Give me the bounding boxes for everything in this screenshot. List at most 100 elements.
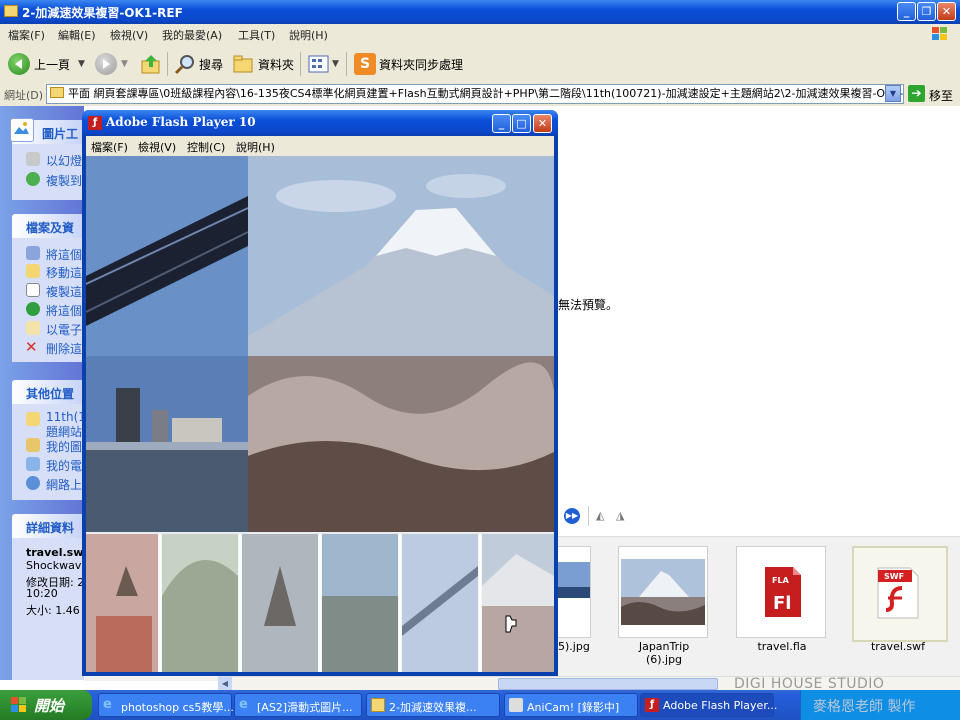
- address-input[interactable]: 平面 網頁套課專區\0班級課程內容\16-135夜CS4標準化網頁建置+Flas…: [46, 84, 904, 104]
- go-arrow-icon[interactable]: ➔: [908, 85, 925, 102]
- folder-icon: [4, 5, 18, 17]
- flash-menu-view[interactable]: 檢視(V): [138, 139, 176, 155]
- flash-title-bar[interactable]: ƒ Adobe Flash Player 10 _ □ ✕: [82, 110, 558, 136]
- scroll-thumb[interactable]: [498, 678, 718, 690]
- divider: [588, 506, 589, 526]
- picture-tasks-icon: [10, 118, 34, 142]
- file-tasks-header[interactable]: 檔案及資料夾: [12, 214, 84, 252]
- file-caption[interactable]: JapanTrip (6).jpg: [622, 640, 706, 666]
- network-icon: [26, 476, 40, 490]
- forward-arrow-icon[interactable]: [95, 53, 117, 75]
- my-computer-icon: [26, 457, 40, 471]
- rotate-ccw-icon[interactable]: ◮: [616, 509, 624, 522]
- menu-tools[interactable]: 工具(T): [238, 27, 275, 43]
- go-button-label[interactable]: 移至: [929, 87, 953, 104]
- up-folder-icon[interactable]: [140, 53, 162, 75]
- file-caption[interactable]: travel.swf: [856, 640, 940, 653]
- move-icon: [26, 264, 40, 278]
- address-bar: 網址(D) 平面 網頁套課專區\0班級課程內容\16-135夜CS4標準化網頁建…: [0, 82, 960, 107]
- address-dropdown-button[interactable]: ▼: [885, 85, 901, 102]
- taskbar-item[interactable]: 2-加減速效果複...: [366, 693, 500, 717]
- maximize-button[interactable]: ❐: [917, 2, 936, 21]
- flash-menu-help[interactable]: 說明(H): [236, 139, 275, 155]
- start-button[interactable]: 開始: [0, 690, 92, 720]
- rotate-cw-icon[interactable]: ◭: [596, 509, 604, 522]
- taskbar-item[interactable]: AniCam! [錄影中]: [504, 693, 638, 717]
- views-icon[interactable]: [308, 54, 330, 74]
- taskbar-item[interactable]: e photoshop cs5教學...: [98, 693, 234, 717]
- back-arrow-icon[interactable]: [8, 53, 30, 75]
- explorer-toolbar: 上一頁 ▼ ▼ 搜尋 資料夾 ▼ S 資料夾同步處理: [0, 46, 960, 83]
- system-tray: 麥格恩老師 製作: [800, 690, 960, 720]
- other-places-header[interactable]: 其他位置: [12, 380, 84, 404]
- task-pane: 圖片工作 以幻燈片 複製到CD 檔案及資料夾 將這個檔案 移動這個 複製這個 將…: [0, 106, 106, 680]
- flash-player-window: ƒ Adobe Flash Player 10 _ □ ✕ 檔案(F) 檢視(V…: [82, 110, 558, 676]
- flash-menu-control[interactable]: 控制(C): [187, 139, 225, 155]
- windows-logo-icon: [10, 696, 28, 714]
- file-caption[interactable]: travel.fla: [740, 640, 824, 653]
- explorer-menu-bar: 檔案(F) 編輯(E) 檢視(V) 我的最愛(A) 工具(T) 說明(H): [0, 24, 960, 47]
- slideshow-icon: [26, 152, 40, 166]
- flash-stage[interactable]: [86, 156, 554, 672]
- detail-modified-time: 10:20: [26, 587, 58, 600]
- folder-icon: [50, 87, 64, 98]
- ie-icon: e: [239, 697, 248, 712]
- chevron-down-icon[interactable]: ▼: [121, 59, 128, 69]
- divider: [167, 52, 168, 76]
- picture-tasks-header[interactable]: 圖片工作: [10, 118, 84, 158]
- menu-file[interactable]: 檔案(F): [8, 27, 45, 43]
- copy-icon: [26, 283, 40, 297]
- divider: [300, 52, 301, 76]
- minimize-button[interactable]: _: [897, 2, 916, 21]
- menu-help[interactable]: 說明(H): [289, 27, 328, 43]
- scroll-left-button[interactable]: ◀: [218, 677, 232, 691]
- search-icon[interactable]: [174, 53, 196, 75]
- file-tasks-body: 將這個檔案 移動這個 複製這個 將這個檔案 以電子郵件 ✕ 刪除這個: [12, 238, 106, 362]
- sync-icon[interactable]: S: [354, 53, 376, 75]
- close-button[interactable]: ✕: [937, 2, 956, 21]
- no-preview-text: 無法預覽。: [558, 298, 619, 312]
- menu-view[interactable]: 檢視(V): [110, 27, 148, 43]
- folders-icon[interactable]: [233, 54, 255, 74]
- explorer-title-bar[interactable]: 2-加減速效果複習-OK1-REF _ ❐ ✕: [0, 0, 960, 24]
- sync-button-label[interactable]: 資料夾同步處理: [379, 56, 463, 73]
- windows-logo-icon: [930, 25, 950, 43]
- file-thumbnail[interactable]: [618, 546, 708, 638]
- rename-icon: [26, 246, 40, 260]
- divider: [346, 52, 347, 76]
- folder-icon: [26, 412, 40, 426]
- taskbar-item[interactable]: e [AS2]滑動式圖片...: [234, 693, 362, 717]
- flash-close-button[interactable]: ✕: [533, 114, 552, 133]
- svg-text:Fl: Fl: [773, 593, 791, 614]
- folders-button-label[interactable]: 資料夾: [258, 56, 294, 73]
- email-icon: [26, 321, 40, 335]
- slideshow-image: [86, 156, 554, 672]
- window-title: 2-加減速效果複習-OK1-REF: [22, 6, 183, 20]
- detail-size: 大小: 1.46 K: [26, 604, 91, 617]
- menu-favorites[interactable]: 我的最愛(A): [162, 27, 222, 43]
- flash-menu-file[interactable]: 檔案(F): [91, 139, 128, 155]
- chevron-down-icon[interactable]: ▼: [332, 59, 339, 69]
- file-thumbnail-selected[interactable]: SWF: [852, 546, 948, 642]
- details-header[interactable]: 詳細資料: [12, 514, 84, 538]
- other-places-title: 其他位置: [26, 387, 75, 401]
- publish-globe-icon: [26, 302, 40, 316]
- flash-maximize-button[interactable]: □: [512, 114, 531, 133]
- folder-icon: [371, 698, 385, 712]
- next-image-button[interactable]: ▶▶: [564, 508, 580, 524]
- recorder-icon: [509, 698, 523, 712]
- file-thumbnail[interactable]: FLA Fl: [736, 546, 826, 638]
- flash-menu-bar: 檔案(F) 檢視(V) 控制(C) 說明(H): [86, 136, 554, 156]
- chevron-down-icon[interactable]: ▼: [78, 59, 85, 69]
- details-body: travel.swf Shockwave F 修改日期: 2 10:20 大小:…: [12, 538, 98, 680]
- back-button-label[interactable]: 上一頁: [34, 56, 70, 73]
- ie-icon: e: [103, 697, 112, 712]
- details-title: 詳細資料: [26, 521, 75, 535]
- flash-minimize-button[interactable]: _: [492, 114, 511, 133]
- file-caption[interactable]: 5).jpg: [558, 640, 590, 653]
- taskbar-item-active[interactable]: ƒ Adobe Flash Player...: [640, 693, 777, 717]
- menu-edit[interactable]: 編輯(E): [58, 27, 96, 43]
- search-button-label[interactable]: 搜尋: [199, 56, 223, 73]
- cd-copy-icon: [26, 172, 40, 186]
- address-label: 網址(D): [4, 89, 44, 102]
